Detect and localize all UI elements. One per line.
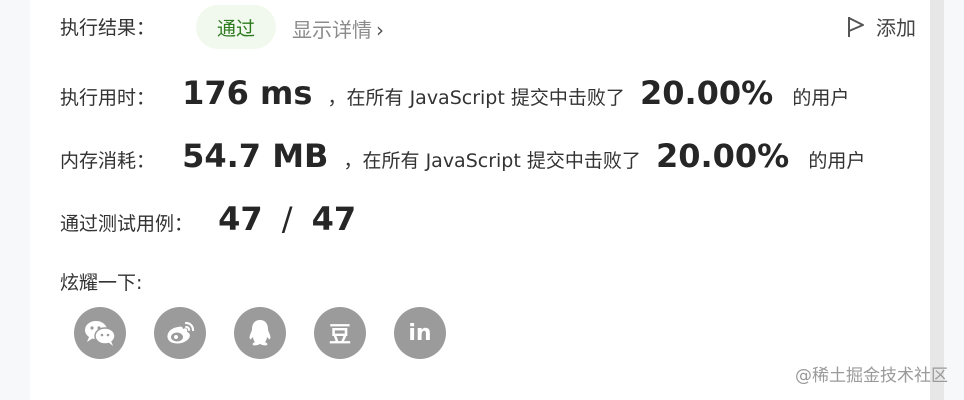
- scrollbar[interactable]: [930, 0, 944, 400]
- tests-row: 通过测试用例： 47 / 47: [60, 200, 356, 238]
- qq-glyph: [249, 320, 271, 346]
- douban-icon[interactable]: 豆: [314, 307, 366, 359]
- qq-icon[interactable]: [234, 307, 286, 359]
- weibo-icon[interactable]: [154, 307, 206, 359]
- wechat-glyph: [85, 321, 116, 346]
- memory-value: 54.7 MB: [182, 137, 329, 175]
- show-details-link[interactable]: 显示详情 ›: [292, 14, 384, 43]
- memory-text-after: 的用户: [808, 150, 866, 172]
- runtime-text-after: 的用户: [792, 87, 850, 109]
- add-note-button[interactable]: 添加: [846, 12, 916, 41]
- runtime-value: 176 ms: [182, 74, 313, 112]
- flag-icon: [848, 16, 864, 37]
- add-label: 添加: [876, 16, 916, 40]
- weibo-glyph: [167, 321, 195, 344]
- share-label: 炫耀一下:: [60, 272, 143, 294]
- memory-percent: 20.00%: [655, 137, 790, 175]
- status-text: 通过: [216, 17, 255, 40]
- watermark: @稀土掘金技术社区: [795, 366, 948, 386]
- runtime-row: 执行用时： 176 ms ，在所有 JavaScript 提交中击败了 20.0…: [60, 74, 849, 112]
- douban-glyph: 豆: [328, 323, 351, 348]
- memory-label: 内存消耗：: [60, 150, 156, 172]
- tests-total: 47: [311, 200, 357, 238]
- result-label: 执行结果：: [60, 17, 156, 39]
- linkedin-glyph: in: [408, 320, 432, 346]
- tests-separator: /: [281, 200, 293, 238]
- tests-label: 通过测试用例：: [60, 213, 194, 235]
- wechat-icon[interactable]: [74, 307, 126, 359]
- chevron-right-icon: ›: [376, 18, 384, 42]
- share-icons: 豆 in: [74, 307, 446, 359]
- runtime-percent: 20.00%: [639, 74, 774, 112]
- show-details-label: 显示详情: [292, 18, 372, 42]
- memory-text-before: ，在所有 JavaScript 提交中击败了: [343, 150, 641, 172]
- memory-row: 内存消耗： 54.7 MB ，在所有 JavaScript 提交中击败了 20.…: [60, 137, 865, 175]
- runtime-label: 执行用时：: [60, 87, 156, 109]
- status-badge: 通过: [196, 5, 276, 49]
- runtime-text-before: ，在所有 JavaScript 提交中击败了: [327, 87, 625, 109]
- linkedin-icon[interactable]: in: [394, 307, 446, 359]
- tests-passed: 47: [218, 200, 263, 238]
